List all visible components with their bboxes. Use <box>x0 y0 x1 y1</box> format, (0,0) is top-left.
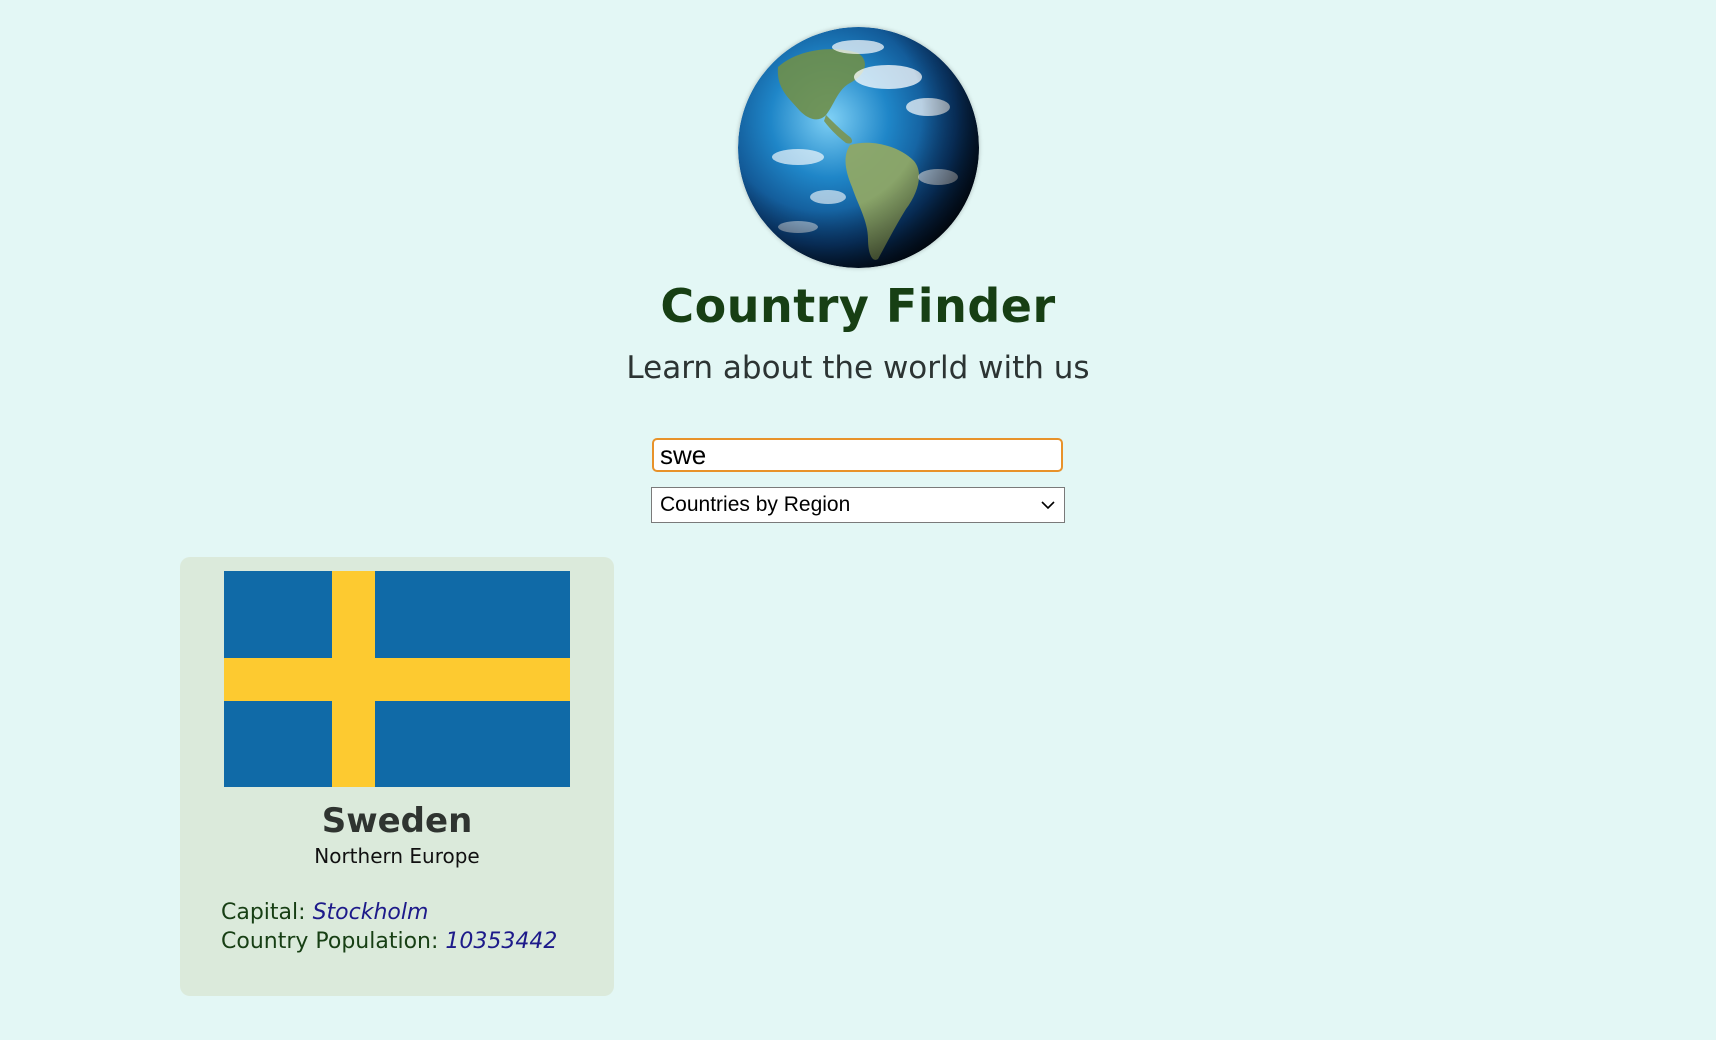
capital-label: Capital: <box>221 900 306 925</box>
region-select[interactable]: Countries by Region <box>651 487 1065 523</box>
region-select-value: Countries by Region <box>660 493 851 516</box>
capital-value: Stockholm <box>312 900 429 925</box>
page-title: Country Finder <box>660 279 1056 333</box>
country-card[interactable]: Sweden Northern Europe Capital: Stockhol… <box>180 557 614 996</box>
capital-row: Capital: Stockholm <box>221 898 428 927</box>
sweden-flag-icon <box>224 571 570 787</box>
chevron-down-icon <box>1040 497 1056 513</box>
population-value: 10353442 <box>445 929 558 954</box>
country-region: Northern Europe <box>314 844 480 868</box>
page-subtitle: Learn about the world with us <box>626 350 1090 386</box>
population-row: Country Population: 10353442 <box>221 927 557 956</box>
search-input[interactable] <box>652 438 1063 472</box>
country-name: Sweden <box>321 801 473 841</box>
globe-icon <box>738 27 979 268</box>
population-label: Country Population: <box>221 929 439 954</box>
